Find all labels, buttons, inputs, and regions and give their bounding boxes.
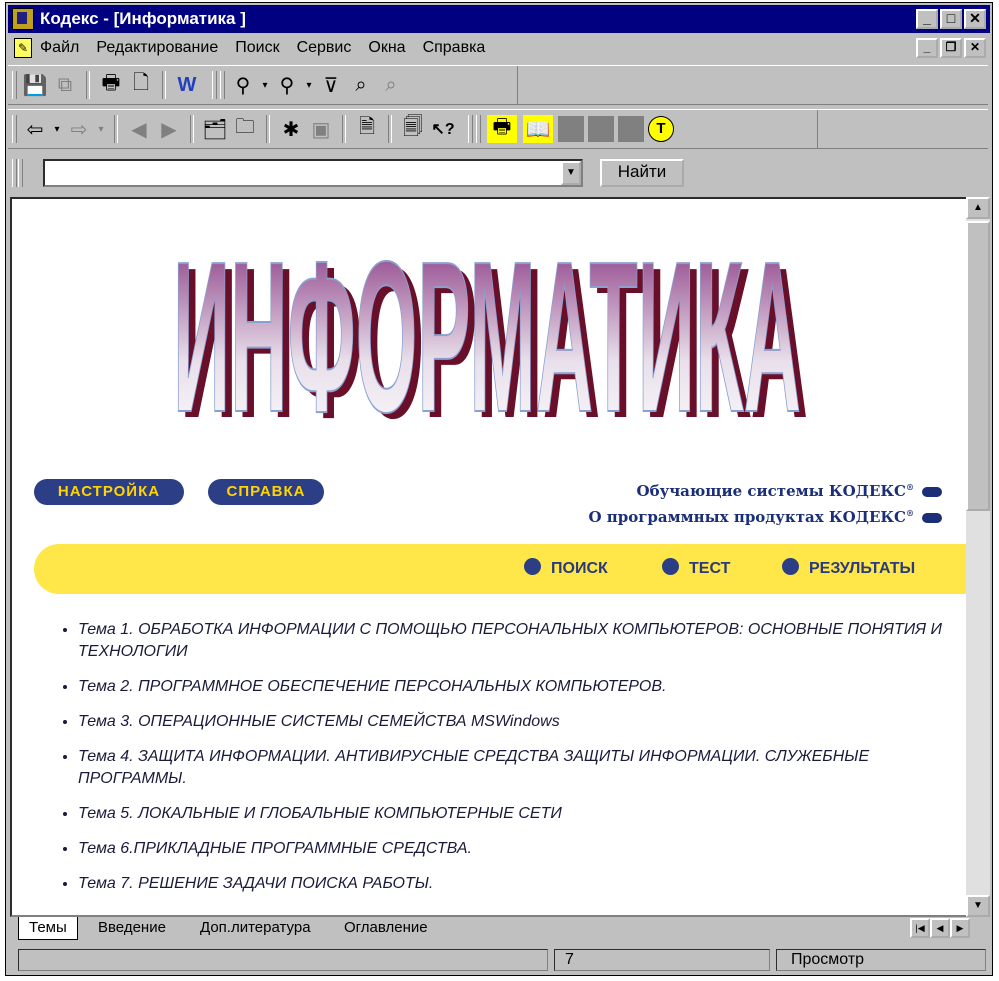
nav-test[interactable]: ТЕСТ (662, 558, 730, 578)
properties-icon[interactable]: 🗎 (352, 115, 382, 143)
standard-toolbar: 💾 ⧉ 🖶 🗋 W ⚲ ▾ ⚲ ▾ ⊽ ⌕ ⌕ (8, 65, 988, 105)
menu-help[interactable]: Справка (423, 39, 486, 57)
svg-text:ИНФОРМАТИКА: ИНФОРМАТИКА (173, 239, 801, 429)
banner-title: ИНФОРМАТИКА ИНФОРМАТИКА (172, 239, 808, 429)
tabs-bar: Темы Введение Доп.литература Оглавление … (10, 917, 990, 941)
close-button[interactable]: ✕ (964, 9, 986, 29)
menu-service[interactable]: Сервис (297, 39, 352, 57)
context-help-icon[interactable]: ↖? (428, 115, 458, 143)
folder-icon[interactable]: 🗀 (230, 115, 260, 143)
back-icon[interactable]: ⇦ (20, 115, 50, 143)
export-word-icon[interactable]: W (172, 71, 202, 99)
search-combobox[interactable]: ▼ (43, 159, 583, 187)
gray-square-icon[interactable] (586, 115, 616, 143)
topic-link[interactable]: Тема 2. ПРОГРАММНОЕ ОБЕСПЕЧЕНИЕ ПЕРСОНАЛ… (78, 676, 958, 698)
status-page: 7 (554, 949, 770, 971)
find-next-dropdown-icon[interactable]: ▾ (302, 71, 316, 99)
topic-link[interactable]: Тема 1. ОБРАБОТКА ИНФОРМАЦИИ С ПОМОЩЬЮ П… (78, 619, 958, 663)
print-preview-icon[interactable]: 🗋 (126, 71, 156, 99)
yellow-print-icon[interactable]: 🖶 (487, 115, 517, 143)
help-button[interactable]: СПРАВКА (208, 479, 324, 505)
doc-close-button[interactable]: ✕ (964, 38, 986, 58)
menu-windows[interactable]: Окна (368, 39, 405, 57)
filter-icon[interactable]: ⊽ (316, 71, 346, 99)
window-title: Кодекс - [Информатика ] (40, 9, 246, 28)
search-toolbar: ▼ Найти (8, 153, 715, 195)
topic-link[interactable]: Тема 5. ЛОКАЛЬНЫЕ И ГЛОБАЛЬНЫЕ КОМПЬЮТЕР… (78, 803, 958, 825)
training-systems-link[interactable]: Обучающие системы КОДЕКС® (637, 482, 942, 500)
scroll-up-icon[interactable]: ▲ (966, 197, 990, 219)
products-link[interactable]: О программных продуктах КОДЕКС® (588, 508, 942, 526)
bookmark-add-icon[interactable]: ✱ (276, 115, 306, 143)
menu-file[interactable]: Файл (40, 39, 79, 57)
status-message (18, 949, 548, 971)
vertical-scrollbar[interactable]: ▲ ▼ (966, 197, 990, 917)
topic-link[interactable]: Тема 6.ПРИКЛАДНЫЕ ПРОГРАММНЫЕ СРЕДСТВА. (78, 838, 958, 860)
bookmark-icon[interactable]: ▣ (306, 115, 336, 143)
search-icon[interactable]: ⌕ (346, 71, 376, 99)
menu-bar: ✎ Файл Редактирование Поиск Сервис Окна … (8, 35, 990, 61)
scroll-down-icon[interactable]: ▼ (966, 895, 990, 917)
scroll-thumb[interactable] (966, 221, 990, 511)
open-folder-stack-icon[interactable]: 🗂 (200, 115, 230, 143)
training-systems-label: Обучающие системы КОДЕКС (636, 482, 906, 500)
doc-minimize-button[interactable]: _ (916, 38, 938, 58)
status-mode: Просмотр (776, 949, 986, 971)
topic-link[interactable]: Тема 7. РЕШЕНИЕ ЗАДАЧИ ПОИСКА РАБОТЫ. (78, 873, 958, 895)
tab-literature[interactable]: Доп.литература (190, 917, 321, 939)
navigation-band: ПОИСК ТЕСТ РЕЗУЛЬТАТЫ (34, 544, 966, 594)
tab-topics[interactable]: Темы (18, 917, 78, 940)
nav-dot-icon (524, 558, 541, 575)
app-window: Кодекс - [Информатика ] _ □ ✕ ✎ Файл Ред… (5, 2, 993, 976)
nav-results[interactable]: РЕЗУЛЬТАТЫ (782, 558, 915, 578)
document-view: ИНФОРМАТИКА ИНФОРМАТИКА НАСТРОЙКА СПРАВК… (10, 197, 968, 917)
gray-square-icon[interactable] (556, 115, 586, 143)
document-icon[interactable]: 🗐 (398, 115, 428, 143)
next-icon[interactable]: ▶ (154, 115, 184, 143)
menu-search[interactable]: Поиск (235, 39, 279, 57)
app-icon[interactable] (12, 8, 34, 30)
doc-restore-button[interactable]: ❐ (940, 38, 962, 58)
chevron-down-icon[interactable]: ▼ (561, 161, 581, 185)
nav-search[interactable]: ПОИСК (524, 558, 608, 578)
link-bullet-icon (922, 487, 942, 497)
find-icon[interactable]: ⚲ (228, 71, 258, 99)
yellow-book-icon[interactable]: 📖 (523, 115, 553, 143)
navigation-toolbar: ⇦ ▾ ⇨ ▾ ◀ ▶ 🗂 🗀 ✱ ▣ 🗎 🗐 ↖? 🖶 📖 T (8, 109, 988, 149)
status-bar: 7 Просмотр (10, 947, 990, 973)
search-context-icon[interactable]: ⌕ (376, 71, 406, 99)
find-next-icon[interactable]: ⚲ (272, 71, 302, 99)
forward-dropdown-icon[interactable]: ▾ (94, 115, 108, 143)
link-bullet-icon (922, 513, 942, 523)
copy-icon[interactable]: ⧉ (50, 71, 80, 99)
save-icon[interactable]: 💾 (20, 71, 50, 99)
topics-list: Тема 1. ОБРАБОТКА ИНФОРМАЦИИ С ПОМОЩЬЮ П… (52, 619, 958, 908)
find-dropdown-icon[interactable]: ▾ (258, 71, 272, 99)
tab-scroll-left-icon[interactable]: ◀ (930, 918, 950, 938)
products-label: О программных продуктах КОДЕКС (588, 508, 906, 526)
tab-contents[interactable]: Оглавление (334, 917, 438, 939)
print-icon[interactable]: 🖶 (96, 71, 126, 99)
title-bar[interactable]: Кодекс - [Информатика ] _ □ ✕ (8, 5, 990, 33)
maximize-button[interactable]: □ (940, 9, 962, 29)
document-menu-icon[interactable]: ✎ (14, 38, 32, 58)
t-circle-icon[interactable]: T (646, 115, 676, 143)
gray-square-icon[interactable] (616, 115, 646, 143)
prev-icon[interactable]: ◀ (124, 115, 154, 143)
settings-button[interactable]: НАСТРОЙКА (34, 479, 184, 505)
tab-scroll-first-icon[interactable]: |◀ (910, 918, 930, 938)
nav-dot-icon (782, 558, 799, 575)
menu-edit[interactable]: Редактирование (96, 39, 218, 57)
forward-icon[interactable]: ⇨ (64, 115, 94, 143)
minimize-button[interactable]: _ (916, 9, 938, 29)
tab-scroll-right-icon[interactable]: ▶ (950, 918, 970, 938)
tab-introduction[interactable]: Введение (88, 917, 176, 939)
find-button[interactable]: Найти (600, 159, 684, 187)
nav-dot-icon (662, 558, 679, 575)
back-dropdown-icon[interactable]: ▾ (50, 115, 64, 143)
topic-link[interactable]: Тема 3. ОПЕРАЦИОННЫЕ СИСТЕМЫ СЕМЕЙСТВА M… (78, 711, 958, 733)
topic-link[interactable]: Тема 4. ЗАЩИТА ИНФОРМАЦИИ. АНТИВИРУСНЫЕ … (78, 746, 958, 790)
